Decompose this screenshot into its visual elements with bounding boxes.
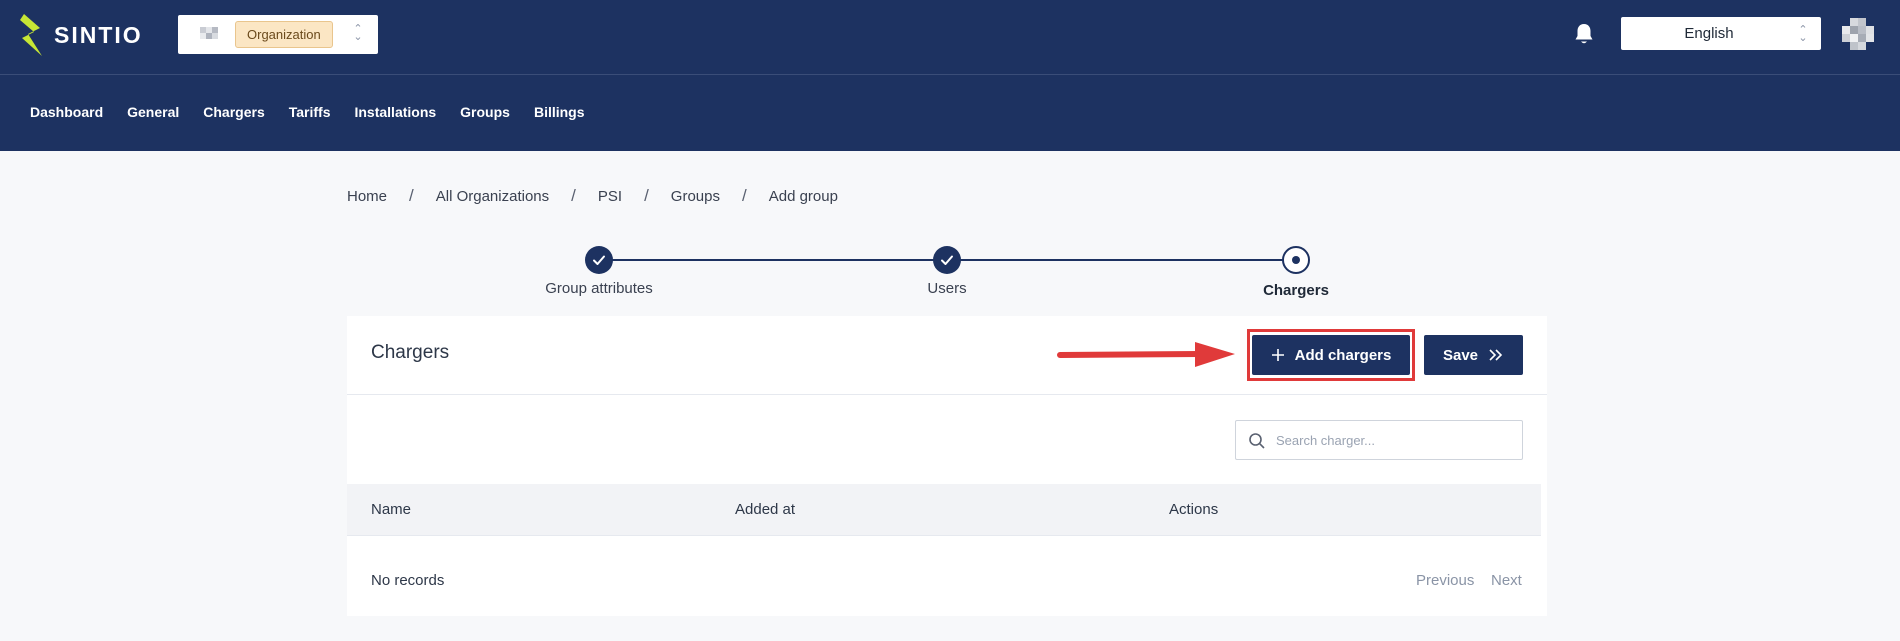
next-page-button[interactable]: Next [1491,572,1522,589]
column-header-added-at[interactable]: Added at [735,484,795,536]
updown-chevron-icon: ⌃ ⌄ [1798,24,1808,44]
organization-avatar [200,27,218,41]
annotation-arrow-icon [1057,342,1235,367]
plus-icon [1271,349,1284,361]
column-header-actions: Actions [1169,501,1219,518]
top-bar: SINTIO Organization ⌃ ⌄ English ⌃ ⌄ Dash… [0,0,1900,151]
breadcrumb-separator: / [644,186,649,205]
nav-item-billings[interactable]: Billings [534,100,585,124]
step-users[interactable] [933,246,961,274]
breadcrumb-psi[interactable]: PSI [598,188,622,205]
language-value: English [1684,25,1734,42]
breadcrumb-add-group: Add group [768,187,838,205]
nav-item-dashboard[interactable]: Dashboard [30,100,103,124]
card-title: Chargers [371,342,450,363]
empty-state-text: No records [371,572,445,589]
step-chargers[interactable] [1282,246,1310,274]
save-button[interactable]: Save [1424,335,1523,375]
organization-badge: Organization [235,21,333,48]
add-chargers-button[interactable]: Add chargers [1252,335,1410,375]
breadcrumb: Home / All Organizations / PSI / Groups … [347,184,838,208]
previous-page-button[interactable]: Previous [1416,572,1474,589]
breadcrumb-all-organizations[interactable]: All Organizations [436,188,549,205]
language-selector[interactable]: English ⌃ ⌄ [1621,17,1821,50]
double-chevron-right-icon [1489,349,1503,361]
column-header-name[interactable]: Name [371,484,411,536]
search-charger-input[interactable] [1276,421,1516,459]
step-label-group-attributes: Group attributes [545,280,653,297]
current-step-dot [1292,256,1300,264]
breadcrumb-separator: / [571,186,576,205]
check-icon [593,255,605,265]
search-field[interactable] [1235,420,1523,460]
step-group-attributes[interactable] [585,246,613,274]
nav-item-tariffs[interactable]: Tariffs [289,100,331,124]
brand-name: SINTIO [54,21,143,48]
step-label-chargers: Chargers [1263,282,1329,299]
bell-icon[interactable] [1573,22,1595,46]
breadcrumb-home[interactable]: Home [347,188,387,205]
user-avatar[interactable] [1842,18,1874,50]
brand-logo[interactable]: SINTIO [18,14,143,56]
nav-item-installations[interactable]: Installations [354,100,436,124]
breadcrumb-separator: / [409,186,414,205]
breadcrumb-separator: / [742,186,747,205]
breadcrumb-groups[interactable]: Groups [671,188,720,205]
header-divider [0,74,1900,75]
check-icon [941,255,953,265]
step-label-users: Users [927,280,967,297]
organization-selector[interactable]: Organization ⌃ ⌄ [178,15,378,54]
nav-item-general[interactable]: General [127,100,179,124]
lightning-logo-icon [20,14,42,56]
save-label: Save [1442,346,1479,364]
chargers-card: Chargers Add chargers Save Name Added at… [347,316,1547,616]
add-chargers-label: Add chargers [1294,346,1392,364]
search-icon [1249,433,1265,449]
main-nav: Dashboard General Chargers Tariffs Insta… [30,100,585,124]
card-header: Chargers Add chargers Save [347,316,1547,395]
nav-item-chargers[interactable]: Chargers [203,100,264,124]
table-header: Name Added at Actions [347,484,1541,536]
nav-item-groups[interactable]: Groups [460,100,510,124]
updown-chevron-icon: ⌃ ⌄ [353,23,363,43]
